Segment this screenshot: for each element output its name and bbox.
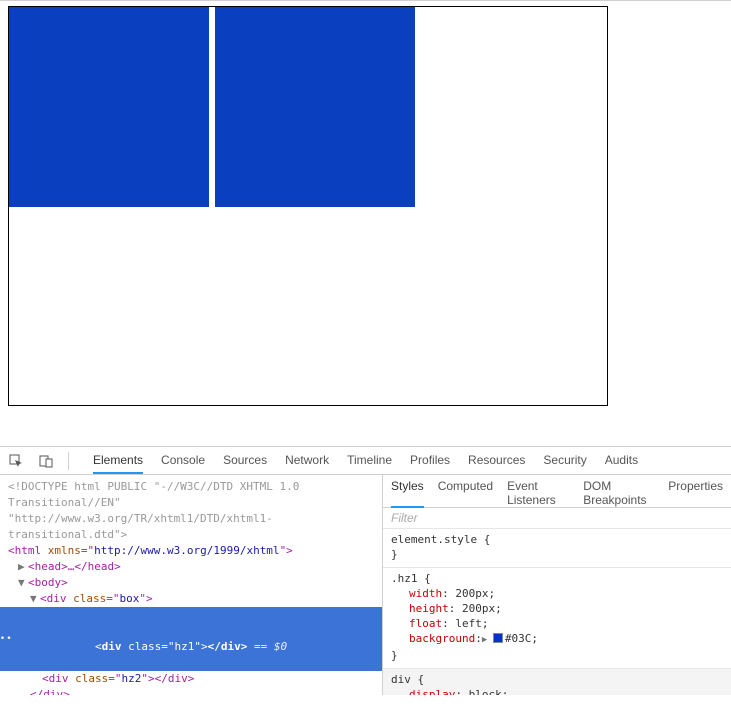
dom-html-open[interactable]: <html xmlns="http://www.w3.org/1999/xhtm… xyxy=(6,543,382,559)
tab-console[interactable]: Console xyxy=(161,453,205,468)
devtools-toolbar: Elements Console Sources Network Timelin… xyxy=(0,447,731,475)
tab-security[interactable]: Security xyxy=(543,453,586,468)
color-swatch-icon[interactable] xyxy=(493,633,503,643)
rule-div-user-agent[interactable]: div { display: block; } xyxy=(383,669,731,695)
devtools-body: <!DOCTYPE html PUBLIC "-//W3C//DTD XHTML… xyxy=(0,475,731,695)
rule-element-style[interactable]: element.style { } xyxy=(383,529,731,568)
page-viewport xyxy=(0,6,731,406)
rendered-box-container xyxy=(8,6,608,406)
dom-div-hz2[interactable]: <div class="hz2"></div> xyxy=(6,671,382,687)
expand-shorthand-icon[interactable]: ▶ xyxy=(482,633,491,648)
styles-sidebar-tabs: Styles Computed Event Listeners DOM Brea… xyxy=(383,475,731,508)
ellipsis-icon[interactable]: ••• xyxy=(0,607,6,671)
rendered-hz1 xyxy=(9,7,209,207)
device-toolbar-icon[interactable] xyxy=(38,453,54,469)
dom-head[interactable]: ▶<head>…</head> xyxy=(6,559,382,575)
tab-network[interactable]: Network xyxy=(285,453,329,468)
tab-audits[interactable]: Audits xyxy=(605,453,638,468)
styles-tab-styles[interactable]: Styles xyxy=(391,479,424,508)
styles-tab-properties[interactable]: Properties xyxy=(668,479,723,507)
styles-tab-dom-breakpoints[interactable]: DOM Breakpoints xyxy=(583,479,654,507)
styles-filter-input[interactable]: Filter xyxy=(383,508,731,529)
rule-hz1[interactable]: .hz1 { width: 200px; height: 200px; floa… xyxy=(383,568,731,669)
tab-elements[interactable]: Elements xyxy=(93,453,143,474)
devtools-panel: Elements Console Sources Network Timelin… xyxy=(0,446,731,695)
tab-sources[interactable]: Sources xyxy=(223,453,267,468)
styles-tab-event-listeners[interactable]: Event Listeners xyxy=(507,479,569,507)
styles-panel: Styles Computed Event Listeners DOM Brea… xyxy=(382,475,731,695)
devtools-main-tabs: Elements Console Sources Network Timelin… xyxy=(93,453,638,468)
tab-resources[interactable]: Resources xyxy=(468,453,525,468)
dom-tree-panel[interactable]: <!DOCTYPE html PUBLIC "-//W3C//DTD XHTML… xyxy=(0,475,382,695)
tab-timeline[interactable]: Timeline xyxy=(347,453,392,468)
tab-profiles[interactable]: Profiles xyxy=(410,453,450,468)
toolbar-separator xyxy=(68,452,69,470)
inspect-element-icon[interactable] xyxy=(8,453,24,469)
dom-div-box[interactable]: ▼<div class="box"> xyxy=(6,591,382,607)
dom-body-open[interactable]: ▼<body> xyxy=(6,575,382,591)
dom-div-box-close[interactable]: </div> xyxy=(6,687,382,695)
dom-doctype[interactable]: <!DOCTYPE html PUBLIC "-//W3C//DTD XHTML… xyxy=(6,479,382,543)
styles-rules-list: element.style { } .hz1 { width: 200px; h… xyxy=(383,529,731,695)
dom-div-hz1-selected[interactable]: ••• <div class="hz1"></div> == $0 xyxy=(6,607,382,671)
rendered-hz2 xyxy=(215,7,415,207)
styles-tab-computed[interactable]: Computed xyxy=(438,479,493,507)
